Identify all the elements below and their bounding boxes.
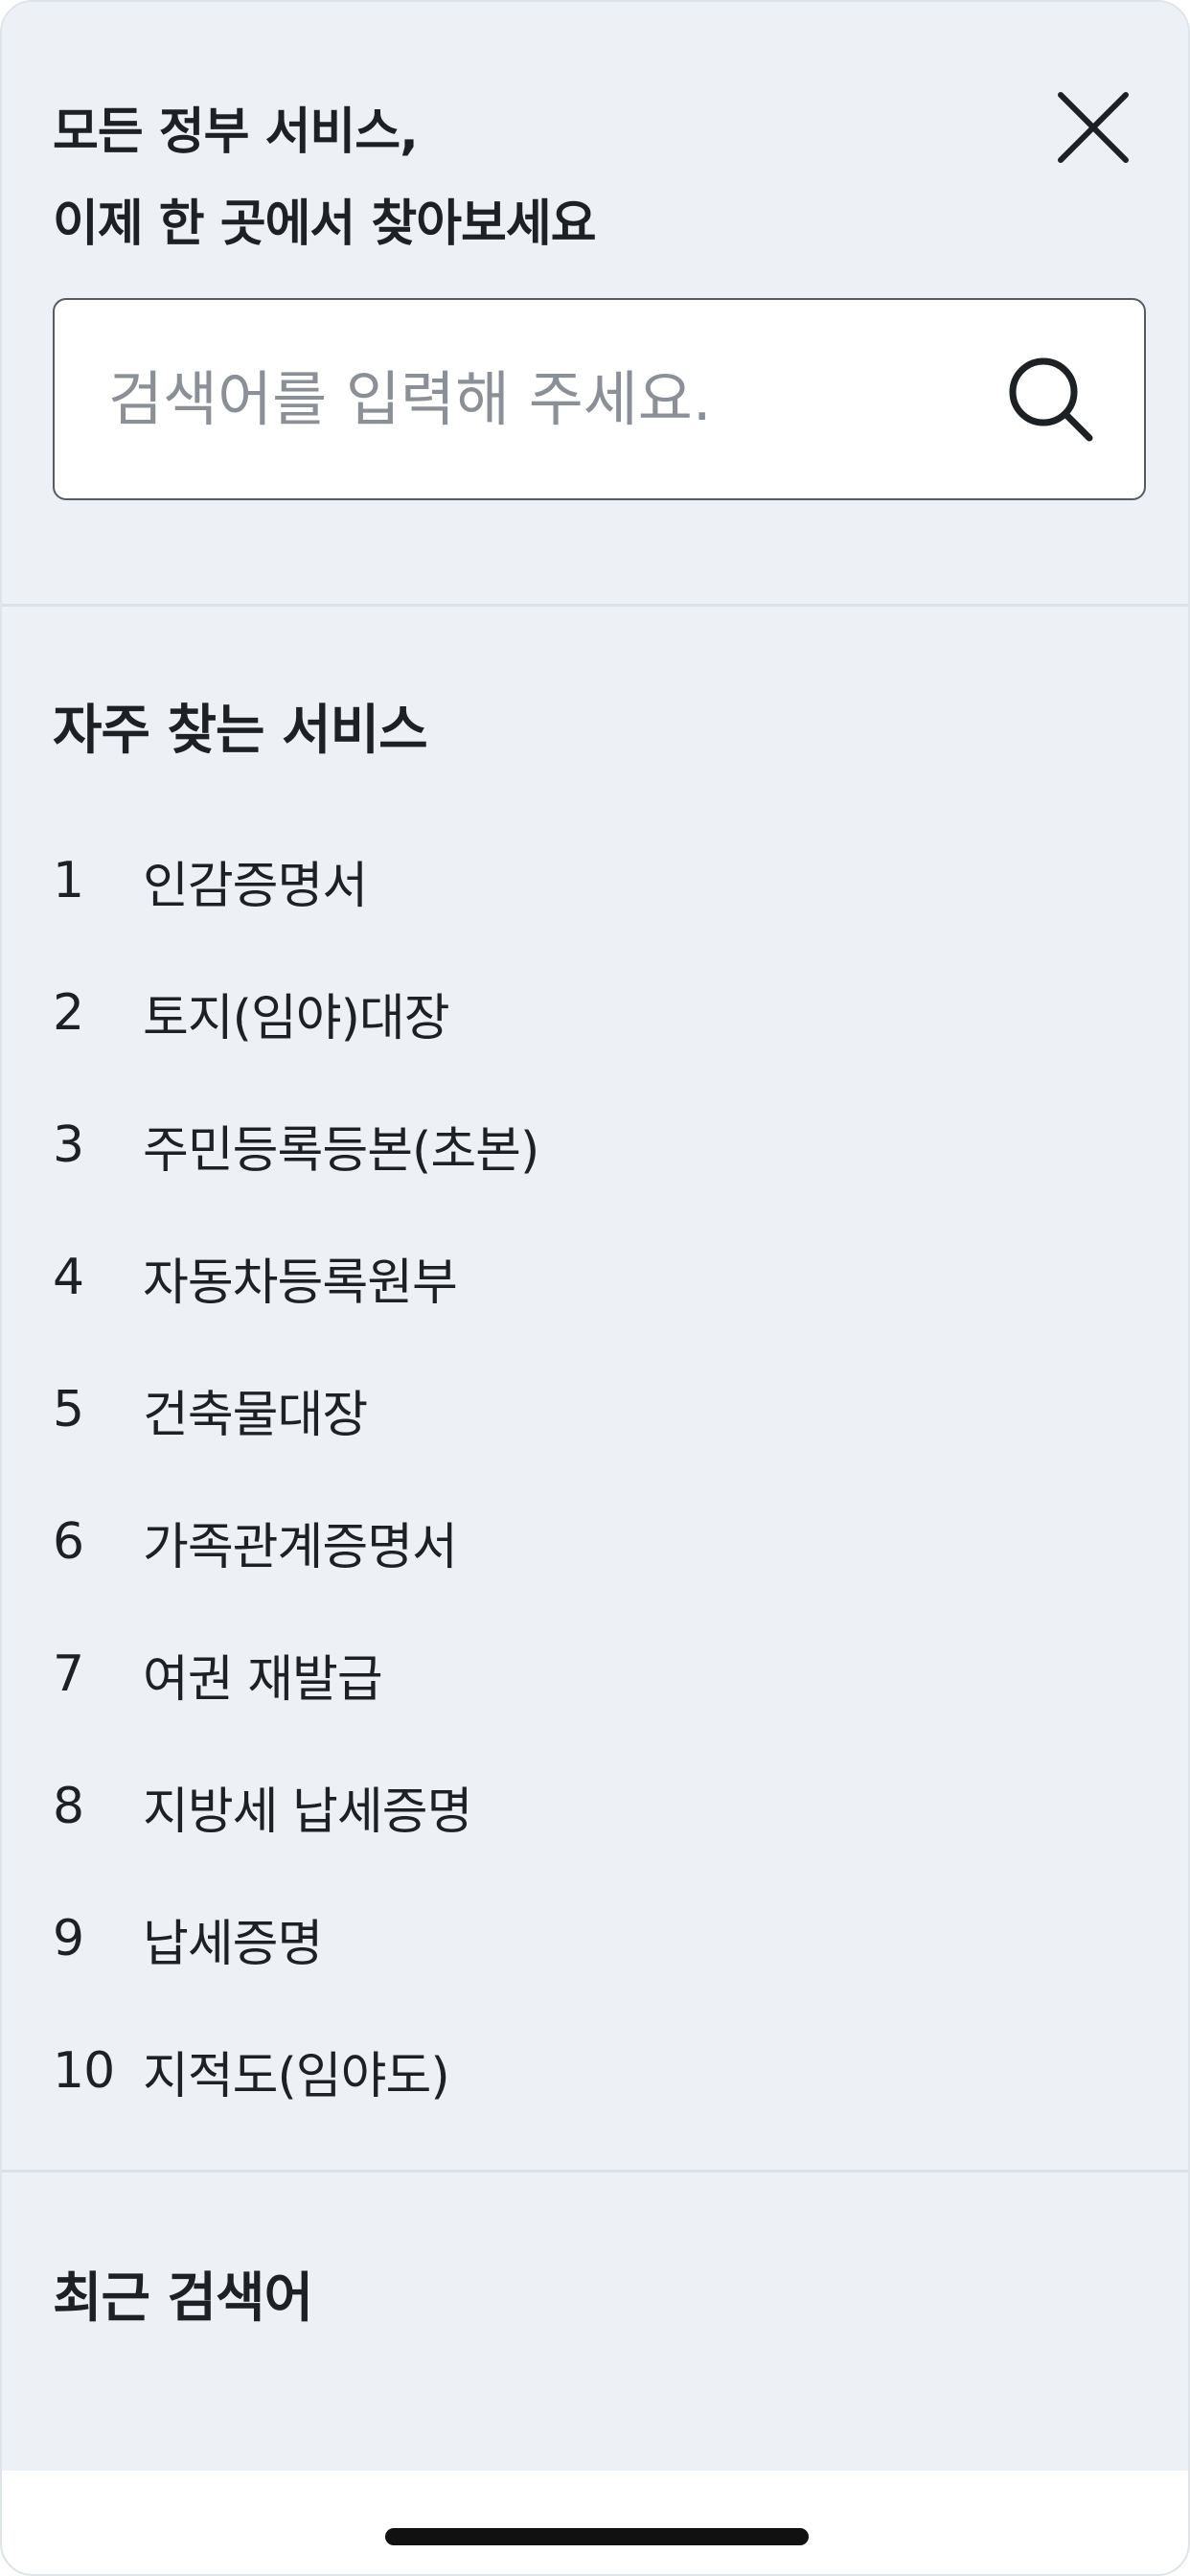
popular-service-item[interactable]: 8 지방세 납세증명 bbox=[53, 1740, 1107, 1873]
rank-number: 5 bbox=[53, 1381, 84, 1438]
popular-service-item[interactable]: 10 지적도(임야도) bbox=[53, 2005, 1107, 2137]
service-label: 납세증명 bbox=[143, 1915, 323, 1973]
service-label: 가족관계증명서 bbox=[143, 1518, 458, 1576]
rank-number: 8 bbox=[53, 1778, 84, 1835]
headline-line-2: 이제 한 곳에서 찾아보세요 bbox=[53, 196, 597, 253]
section-divider bbox=[2, 2170, 1188, 2173]
rank-number: 4 bbox=[53, 1249, 84, 1306]
popular-service-item[interactable]: 7 여권 재발급 bbox=[53, 1608, 1107, 1740]
close-button[interactable] bbox=[1052, 86, 1134, 169]
search-panel: 모든 정부 서비스, 이제 한 곳에서 찾아보세요 자주 찾는 서비스 1 bbox=[2, 2, 1188, 2471]
popular-service-item[interactable]: 3 주민등록등본(초본) bbox=[53, 1079, 1107, 1211]
recent-searches-title: 최근 검색어 bbox=[53, 2267, 313, 2330]
search-input[interactable] bbox=[108, 300, 971, 498]
popular-service-item[interactable]: 1 인감증명서 bbox=[53, 815, 1107, 947]
home-indicator bbox=[385, 2528, 809, 2545]
rank-number: 2 bbox=[53, 984, 84, 1042]
headline-line-1: 모든 정부 서비스, bbox=[53, 104, 419, 161]
search-box bbox=[53, 298, 1146, 500]
popular-services-list: 1 인감증명서 2 토지(임야)대장 3 주민등록등본(초본) 4 자동차등록원… bbox=[53, 815, 1107, 2137]
search-icon bbox=[1009, 357, 1093, 442]
popular-service-item[interactable]: 5 건축물대장 bbox=[53, 1344, 1107, 1476]
screen-frame: 모든 정부 서비스, 이제 한 곳에서 찾아보세요 자주 찾는 서비스 1 bbox=[0, 0, 1190, 2576]
close-icon bbox=[1058, 92, 1129, 163]
service-label: 여권 재발급 bbox=[143, 1650, 383, 1709]
rank-number: 6 bbox=[53, 1513, 84, 1571]
popular-service-item[interactable]: 4 자동차등록원부 bbox=[53, 1211, 1107, 1344]
popular-service-item[interactable]: 2 토지(임야)대장 bbox=[53, 947, 1107, 1079]
service-label: 인감증명서 bbox=[143, 857, 368, 915]
service-label: 토지(임야)대장 bbox=[143, 989, 450, 1047]
panel-headline: 모든 정부 서비스, 이제 한 곳에서 찾아보세요 bbox=[53, 86, 597, 270]
service-label: 지방세 납세증명 bbox=[143, 1782, 472, 1841]
service-label: 자동차등록원부 bbox=[143, 1254, 458, 1312]
service-label: 건축물대장 bbox=[143, 1386, 368, 1444]
rank-number: 7 bbox=[53, 1645, 84, 1703]
service-label: 주민등록등본(초본) bbox=[143, 1121, 539, 1180]
popular-services-title: 자주 찾는 서비스 bbox=[53, 700, 428, 762]
popular-service-item[interactable]: 9 납세증명 bbox=[53, 1873, 1107, 2005]
service-label: 지적도(임야도) bbox=[143, 2047, 450, 2105]
popular-service-item[interactable]: 6 가족관계증명서 bbox=[53, 1476, 1107, 1608]
rank-number: 1 bbox=[53, 852, 84, 909]
rank-number: 3 bbox=[53, 1116, 84, 1174]
search-button[interactable] bbox=[994, 342, 1109, 457]
section-divider bbox=[2, 604, 1188, 607]
rank-number: 9 bbox=[53, 1910, 84, 1967]
rank-number: 10 bbox=[53, 2042, 115, 2100]
